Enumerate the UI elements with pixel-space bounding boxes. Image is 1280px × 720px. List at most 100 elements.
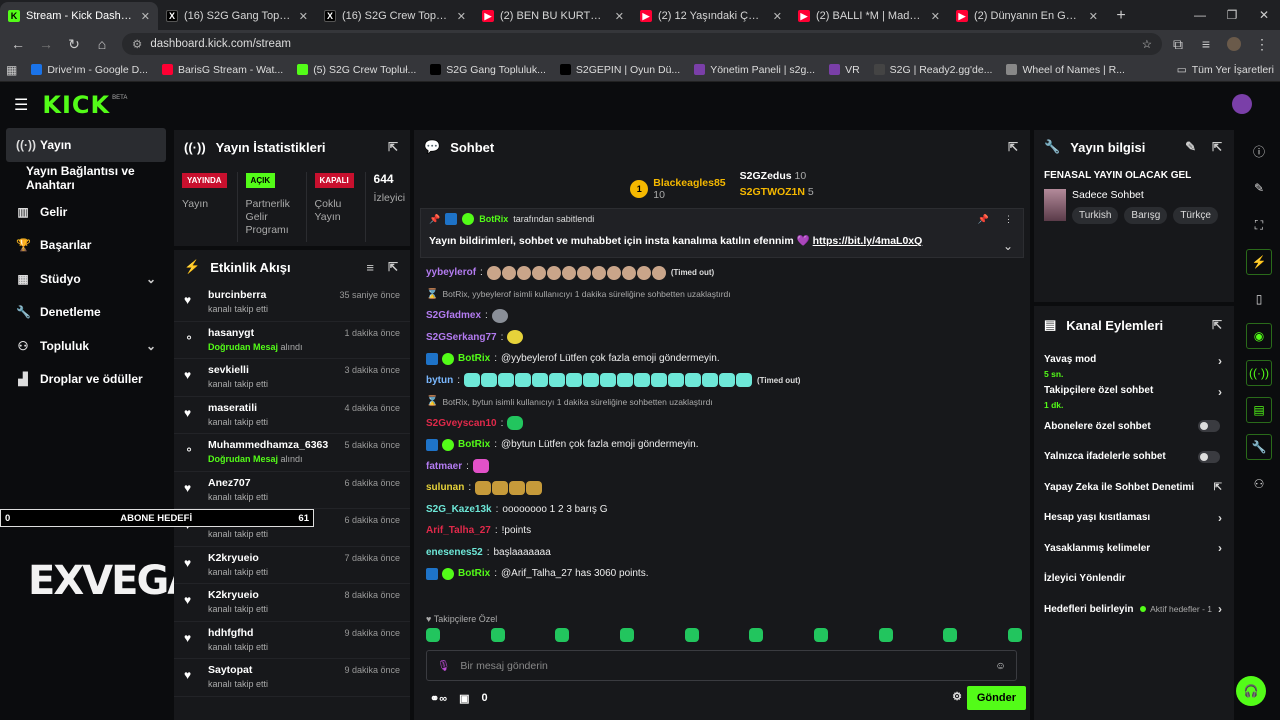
chat-icon[interactable]: ◉ <box>1246 323 1272 349</box>
url-field[interactable]: ⚙ dashboard.kick.com/stream ☆ <box>122 33 1162 55</box>
popout-icon[interactable]: ⇱ <box>1212 140 1222 154</box>
more-icon[interactable]: ⋮ <box>1004 214 1013 225</box>
pinned-by[interactable]: BotRix <box>479 214 508 224</box>
back-icon[interactable]: ← <box>6 32 30 56</box>
quick-emote-icon[interactable] <box>813 628 828 642</box>
kick-logo[interactable]: KICK <box>42 91 110 119</box>
sidebar-item-3[interactable]: ▥ Gelir <box>0 195 172 229</box>
activity-item[interactable]: ⚬ hasanygt Doğrudan Mesaj alındı 1 dakika ö… <box>174 322 410 359</box>
chat-username[interactable]: BotRix <box>458 568 490 579</box>
channel-action-item[interactable]: Yavaş mod 5 sn. › <box>1034 350 1234 381</box>
hamburger-menu-icon[interactable]: ☰ <box>14 95 28 115</box>
site-info-icon[interactable]: ⚙ <box>132 37 142 51</box>
bookmark-item[interactable]: Wheel of Names | R... <box>1006 64 1125 76</box>
list-icon[interactable]: ▤ <box>1246 397 1272 423</box>
channel-action-item[interactable]: İzleyici Yönlendir <box>1034 564 1234 595</box>
sidebar-item-4[interactable]: 🏆 Başarılar <box>0 229 172 263</box>
wrench-icon[interactable]: 🔧 <box>1246 434 1272 460</box>
chat-username[interactable]: BotRix <box>458 353 490 364</box>
stream-tag[interactable]: Türkçe <box>1173 207 1218 224</box>
activity-username[interactable]: K2kryueio <box>208 589 268 601</box>
stream-tag[interactable]: Barışg <box>1124 207 1168 224</box>
activity-item[interactable]: ♥ hdhfgfhd kanalı takip etti 9 dakika önce <box>174 622 410 659</box>
chat-username[interactable]: enesenes52 <box>426 547 483 558</box>
restore-icon[interactable]: ❐ <box>1216 0 1248 30</box>
popout-icon[interactable]: ⇱ <box>1212 318 1222 332</box>
popout-icon[interactable]: ⇱ <box>1008 140 1018 154</box>
pencil-icon[interactable]: ✎ <box>1246 175 1272 201</box>
bookmark-item[interactable]: S2GEPIN | Oyun Dü... <box>559 64 680 76</box>
bookmark-item[interactable]: S2G Gang Topluluk... <box>430 64 546 76</box>
activity-item[interactable]: ♥ burcinberra kanalı takip etti 35 saniye ö… <box>174 284 410 322</box>
close-tab-icon[interactable]: ✕ <box>141 10 150 23</box>
activity-username[interactable]: maseratili <box>208 402 268 414</box>
activity-item[interactable]: ♥ Anez707 kanalı takip etti 6 dakika önce <box>174 472 410 509</box>
chat-settings-icon[interactable]: ⚙ <box>952 690 962 703</box>
chat-username[interactable]: fatmaer <box>426 461 462 472</box>
broadcast-icon[interactable]: ((·)) <box>1246 360 1272 386</box>
stream-tag[interactable]: Turkish <box>1072 207 1119 224</box>
close-tab-icon[interactable]: ✕ <box>931 10 940 23</box>
bookmark-item[interactable]: S2G | Ready2.gg'de... <box>873 64 992 76</box>
home-icon[interactable]: ⌂ <box>90 32 114 56</box>
activity-item[interactable]: ♥ Saytopat kanalı takip etti 9 dakika önce <box>174 659 410 697</box>
quick-emote-icon[interactable] <box>1007 628 1022 642</box>
user-avatar[interactable] <box>1232 94 1252 114</box>
edit-icon[interactable]: ✎ <box>1185 139 1196 155</box>
quick-emote-icon[interactable] <box>619 628 634 642</box>
leader-name[interactable]: Blackeagles85 <box>653 177 725 189</box>
quick-emote-icon[interactable] <box>490 628 505 642</box>
crop-icon[interactable]: ⛶ <box>1246 212 1272 238</box>
minimize-icon[interactable]: — <box>1184 0 1216 30</box>
activity-item[interactable]: ♥ maseratili kanalı takip etti 4 dakika önc… <box>174 397 410 434</box>
browser-tab[interactable]: ▶ (2) BALLI *M | Madara Olduk # ✕ <box>790 2 948 30</box>
close-tab-icon[interactable]: ✕ <box>457 10 466 23</box>
close-tab-icon[interactable]: ✕ <box>1089 10 1098 23</box>
bookmark-item[interactable]: BarisG Stream - Wat... <box>161 64 283 76</box>
chat-username[interactable]: S2GSerkang77 <box>426 332 497 343</box>
bookmark-item[interactable]: VR <box>829 64 860 76</box>
document-icon[interactable]: ▯ <box>1246 286 1272 312</box>
all-bookmarks[interactable]: ▭ Tüm Yer İşaretleri <box>1177 64 1274 76</box>
mic-icon[interactable]: 🎙 <box>437 659 450 672</box>
profile-avatar-icon[interactable] <box>1222 32 1246 56</box>
activity-username[interactable]: Muhammedhamza_6363 <box>208 439 328 451</box>
activity-username[interactable]: sevkielli <box>208 364 268 376</box>
close-tab-icon[interactable]: ✕ <box>615 10 624 23</box>
sidebar-item-1[interactable]: ((·)) Yayın <box>6 128 166 162</box>
channel-action-item[interactable]: Abonelere özel sohbet <box>1034 411 1234 442</box>
browser-tab[interactable]: K Stream - Kick Dashboard ✕ <box>0 2 158 30</box>
chat-input[interactable]: 🎙 Bir mesaj gönderin ☺ <box>426 650 1017 681</box>
sidebar-item-7[interactable]: ⚇ Topluluk ⌄ <box>0 329 172 363</box>
filter-icon[interactable]: ≡ <box>366 260 374 275</box>
unpin-icon[interactable]: 📌 <box>978 214 989 225</box>
channel-action-item[interactable]: Yalnızca ifadelerle sohbet <box>1034 442 1234 473</box>
bookmark-item[interactable]: Drive'ım - Google D... <box>31 64 148 76</box>
chat-username[interactable]: Arif_Talha_27 <box>426 525 491 536</box>
browser-menu-icon[interactable]: ⋮ <box>1250 32 1274 56</box>
expand-chevron-icon[interactable]: ⌄ <box>1003 239 1013 253</box>
info-icon[interactable]: ⓘ <box>1246 138 1272 164</box>
activity-username[interactable]: Saytopat <box>208 664 268 676</box>
browser-tab[interactable]: ▶ (2) Dünyanın En Güçlü İsimleri ✕ <box>948 2 1106 30</box>
chat-username[interactable]: yybeylerof <box>426 267 476 278</box>
sidebar-item-5[interactable]: ▦ Stüdyo ⌄ <box>0 262 172 296</box>
browser-tab[interactable]: X (16) S2G Gang Topluluk / X ✕ <box>158 2 316 30</box>
quick-emote-icon[interactable] <box>555 628 570 642</box>
bookmark-item[interactable]: Yönetim Paneli | s2g... <box>694 64 815 76</box>
activity-username[interactable]: K2kryueio <box>208 552 268 564</box>
gift-icon[interactable]: ▣ <box>459 692 469 705</box>
lightning-icon[interactable]: ⚡ <box>1246 249 1272 275</box>
apps-icon[interactable]: ▦ <box>6 63 17 77</box>
channel-action-item[interactable]: Takipçilere özel sohbet 1 dk. › <box>1034 381 1234 412</box>
community-icon[interactable]: ⚇ <box>1246 471 1272 497</box>
chat-username[interactable]: bytun <box>426 375 453 386</box>
pinned-link[interactable]: https://bit.ly/4maL0xQ <box>813 235 923 247</box>
browser-tab[interactable]: ▶ (2) BEN BU KURTLAR SOFRASI ✕ <box>474 2 632 30</box>
activity-username[interactable]: Anez707 <box>208 477 268 489</box>
popout-icon[interactable]: ⇱ <box>388 140 398 154</box>
close-tab-icon[interactable]: ✕ <box>299 10 308 23</box>
channel-action-item[interactable]: Hedefleri belirleyin › Aktif hedefler - 1 <box>1034 594 1234 625</box>
browser-tab[interactable]: X (16) S2G Crew Topluluk / X ✕ <box>316 2 474 30</box>
quick-emote-icon[interactable] <box>878 628 893 642</box>
